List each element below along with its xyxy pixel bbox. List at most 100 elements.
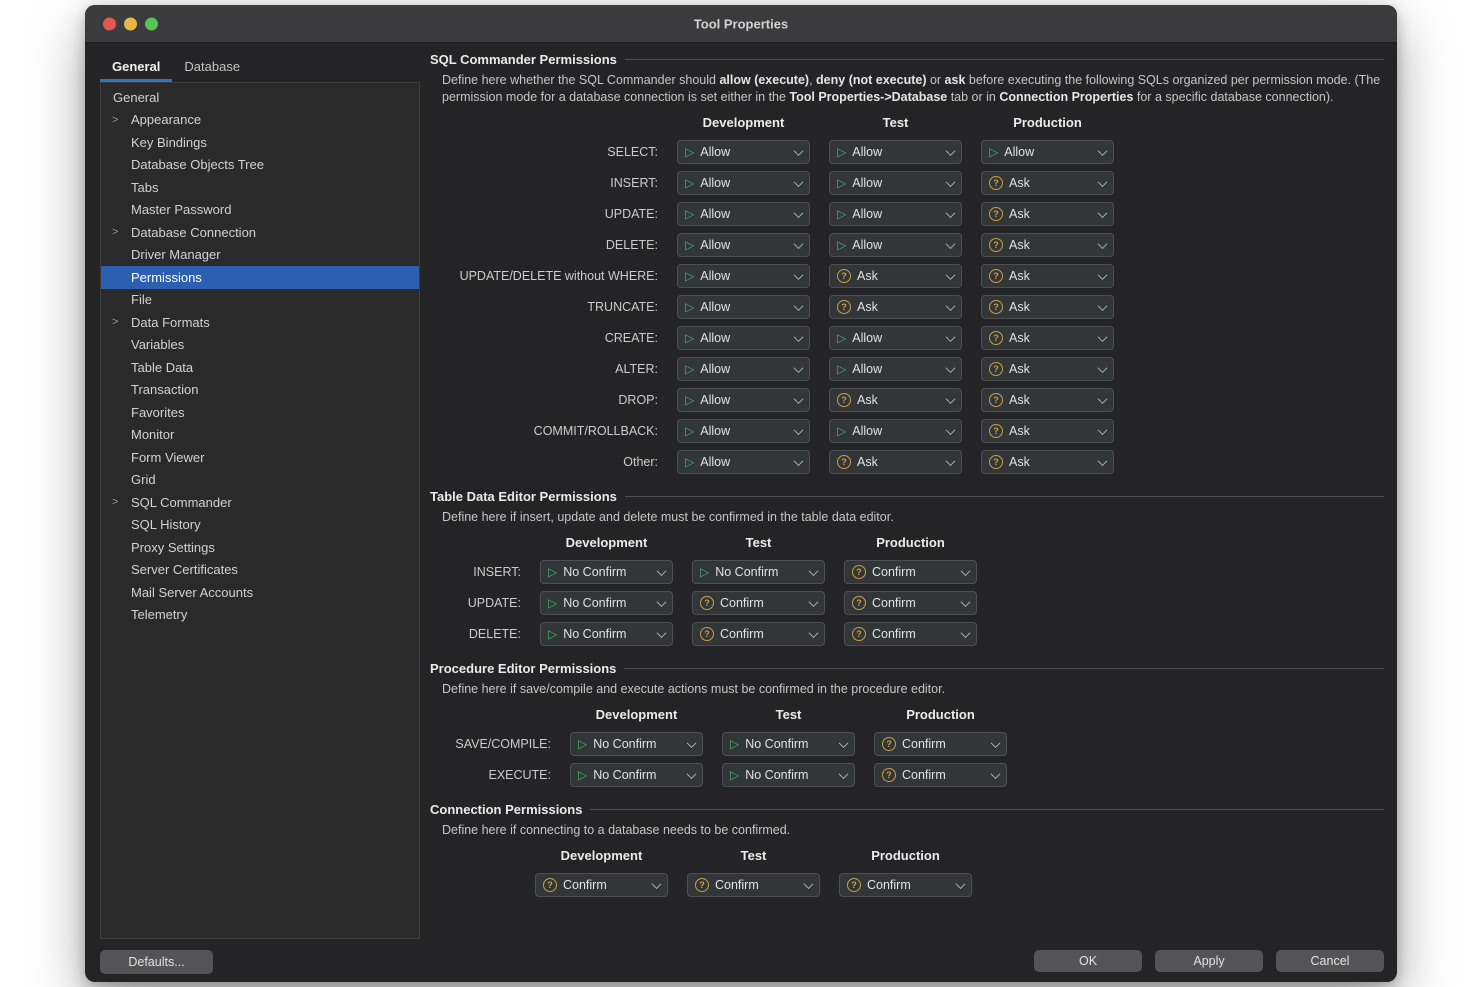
permission-select[interactable]: ?Confirm <box>874 763 1007 787</box>
permission-select[interactable]: ▷Allow <box>677 419 810 443</box>
permission-select[interactable]: ▷Allow <box>677 357 810 381</box>
permission-select[interactable]: ▷No Confirm <box>540 622 673 646</box>
permission-select[interactable]: ▷No Confirm <box>692 560 825 584</box>
permission-select[interactable]: ▷Allow <box>677 388 810 412</box>
permission-select[interactable]: ▷No Confirm <box>570 763 703 787</box>
permission-select[interactable]: ?Confirm <box>844 622 977 646</box>
permission-select[interactable]: ?Ask <box>981 171 1114 195</box>
sidebar-item-label: Key Bindings <box>131 135 207 150</box>
sidebar-item-grid[interactable]: Grid <box>101 469 419 492</box>
permission-select[interactable]: ▷Allow <box>677 450 810 474</box>
sidebar-item-tabs[interactable]: Tabs <box>101 176 419 199</box>
sidebar-item-permissions[interactable]: Permissions <box>101 266 419 289</box>
section-sql-commander-permissions: SQL Commander PermissionsDefine here whe… <box>430 52 1384 474</box>
permission-select[interactable]: ?Ask <box>981 419 1114 443</box>
sidebar-item-favorites[interactable]: Favorites <box>101 401 419 424</box>
sidebar-item-transaction[interactable]: Transaction <box>101 379 419 402</box>
permission-select[interactable]: ▷Allow <box>981 140 1114 164</box>
permission-select[interactable]: ?Confirm <box>692 591 825 615</box>
tab-database[interactable]: Database <box>172 53 252 82</box>
permission-select[interactable]: ▷No Confirm <box>540 560 673 584</box>
permission-select[interactable]: ▷No Confirm <box>570 732 703 756</box>
permission-select[interactable]: ?Confirm <box>839 873 972 897</box>
permission-select[interactable]: ?Ask <box>981 264 1114 288</box>
sidebar-item-mail-server-accounts[interactable]: Mail Server Accounts <box>101 581 419 604</box>
sidebar-item-telemetry[interactable]: Telemetry <box>101 604 419 627</box>
permission-select[interactable]: ▷Allow <box>829 202 962 226</box>
footer-buttons: OK Apply Cancel <box>1034 950 1384 972</box>
permission-select[interactable]: ▷Allow <box>677 295 810 319</box>
cancel-button[interactable]: Cancel <box>1276 950 1384 972</box>
permission-select[interactable]: ?Ask <box>981 295 1114 319</box>
permission-select[interactable]: ?Ask <box>829 388 962 412</box>
sidebar-item-master-password[interactable]: Master Password <box>101 199 419 222</box>
permission-select[interactable]: ▷Allow <box>677 171 810 195</box>
permission-select[interactable]: ▷Allow <box>677 202 810 226</box>
sidebar-item-form-viewer[interactable]: Form Viewer <box>101 446 419 469</box>
sidebar-item-data-formats[interactable]: >Data Formats <box>101 311 419 334</box>
tab-bar: GeneralDatabase <box>100 53 420 82</box>
chevron-down-icon <box>1098 208 1108 218</box>
permission-select[interactable]: ?Ask <box>829 295 962 319</box>
permission-select[interactable]: ?Confirm <box>874 732 1007 756</box>
chevron-right-icon[interactable]: > <box>112 316 118 328</box>
chevron-down-icon <box>956 879 966 889</box>
selected-value: Ask <box>1009 238 1030 252</box>
sidebar-item-monitor[interactable]: Monitor <box>101 424 419 447</box>
sidebar-item-appearance[interactable]: >Appearance <box>101 109 419 132</box>
permission-select[interactable]: ?Ask <box>981 388 1114 412</box>
sidebar-item-sql-history[interactable]: SQL History <box>101 514 419 537</box>
sidebar-item-general[interactable]: General <box>101 86 419 109</box>
permission-select[interactable]: ?Ask <box>829 264 962 288</box>
chevron-right-icon[interactable]: > <box>112 496 118 508</box>
permission-select[interactable]: ▷Allow <box>829 171 962 195</box>
sidebar-item-database-objects-tree[interactable]: Database Objects Tree <box>101 154 419 177</box>
chevron-right-icon[interactable]: > <box>112 114 118 126</box>
permission-select[interactable]: ▷Allow <box>829 140 962 164</box>
sidebar-item-driver-manager[interactable]: Driver Manager <box>101 244 419 267</box>
permission-select[interactable]: ▷No Confirm <box>722 732 855 756</box>
permission-select[interactable]: ▷No Confirm <box>540 591 673 615</box>
permission-select[interactable]: ?Ask <box>981 233 1114 257</box>
defaults-button[interactable]: Defaults... <box>100 950 213 974</box>
permission-select[interactable]: ?Confirm <box>535 873 668 897</box>
ok-button[interactable]: OK <box>1034 950 1142 972</box>
sidebar-item-variables[interactable]: Variables <box>101 334 419 357</box>
permission-select[interactable]: ?Confirm <box>692 622 825 646</box>
chevron-right-icon[interactable]: > <box>112 226 118 238</box>
chevron-down-icon <box>794 301 804 311</box>
permission-select[interactable]: ?Confirm <box>844 560 977 584</box>
sidebar-item-database-connection[interactable]: >Database Connection <box>101 221 419 244</box>
permission-select[interactable]: ▷Allow <box>829 326 962 350</box>
sidebar-item-label: Master Password <box>131 202 231 217</box>
title-bar[interactable]: Tool Properties <box>85 5 1397 43</box>
permission-select[interactable]: ?Ask <box>829 450 962 474</box>
permission-select[interactable]: ▷Allow <box>829 419 962 443</box>
sidebar-item-server-certificates[interactable]: Server Certificates <box>101 559 419 582</box>
permission-select[interactable]: ?Ask <box>981 202 1114 226</box>
permission-select[interactable]: ▷Allow <box>677 233 810 257</box>
permission-select[interactable]: ?Ask <box>981 450 1114 474</box>
sidebar-item-sql-commander[interactable]: >SQL Commander <box>101 491 419 514</box>
row-label: EXECUTE: <box>442 768 551 782</box>
selected-value: Ask <box>1009 362 1030 376</box>
chevron-down-icon <box>1098 270 1108 280</box>
permission-select[interactable]: ▷No Confirm <box>722 763 855 787</box>
sidebar-tree[interactable]: General>Appearance Key Bindings Database O… <box>100 82 420 939</box>
permission-select[interactable]: ▷Allow <box>677 326 810 350</box>
permission-select[interactable]: ?Confirm <box>687 873 820 897</box>
sidebar-item-key-bindings[interactable]: Key Bindings <box>101 131 419 154</box>
permission-select[interactable]: ?Ask <box>981 357 1114 381</box>
permission-select[interactable]: ▷Allow <box>829 233 962 257</box>
allow-triangle-icon: ▷ <box>685 239 694 251</box>
permission-select[interactable]: ▷Allow <box>677 140 810 164</box>
permission-select[interactable]: ?Confirm <box>844 591 977 615</box>
sidebar-item-table-data[interactable]: Table Data <box>101 356 419 379</box>
permission-select[interactable]: ?Ask <box>981 326 1114 350</box>
permission-select[interactable]: ▷Allow <box>829 357 962 381</box>
tab-general[interactable]: General <box>100 53 172 82</box>
sidebar-item-proxy-settings[interactable]: Proxy Settings <box>101 536 419 559</box>
apply-button[interactable]: Apply <box>1155 950 1263 972</box>
sidebar-item-file[interactable]: File <box>101 289 419 312</box>
permission-select[interactable]: ▷Allow <box>677 264 810 288</box>
